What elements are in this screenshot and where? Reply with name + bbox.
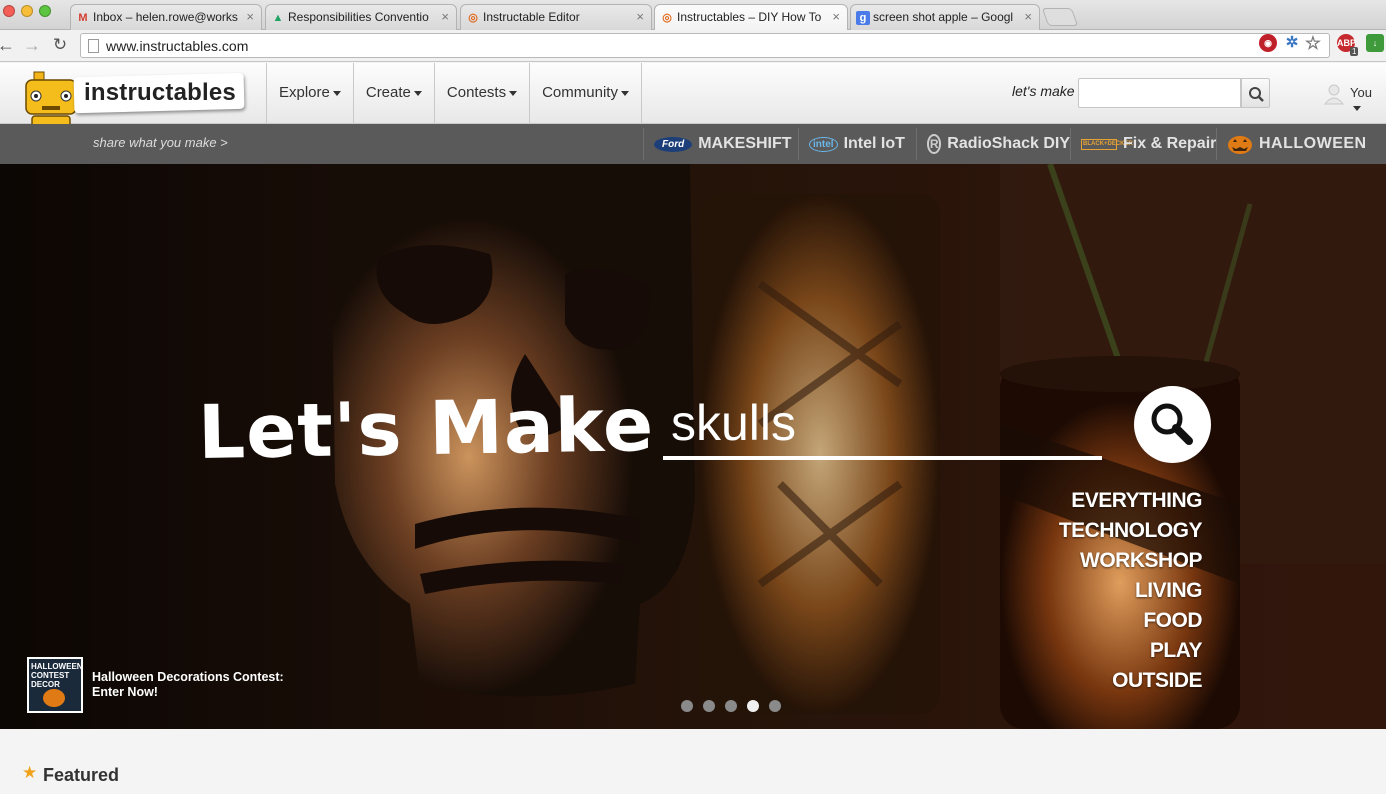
adblock-count-badge: 1 xyxy=(1350,47,1359,56)
download-extension-icon[interactable]: ↓ xyxy=(1366,34,1384,52)
url-text: www.instructables.com xyxy=(106,38,249,54)
gmail-icon: M xyxy=(78,12,88,24)
pumpkin-icon xyxy=(43,689,65,707)
header-search-input[interactable] xyxy=(1078,78,1241,108)
category-link-outside[interactable]: OUTSIDE xyxy=(1059,666,1202,696)
black-decker-logo-icon: BLACK+DECKER xyxy=(1081,138,1133,150)
tagline-link[interactable]: share what you make > xyxy=(93,135,228,150)
ford-logo-icon: Ford xyxy=(654,136,693,152)
hero-search-button[interactable] xyxy=(1134,386,1211,463)
forward-arrow-icon[interactable]: → xyxy=(22,35,42,55)
zoom-window-button[interactable] xyxy=(39,5,51,17)
channel-intel-iot[interactable]: intel Intel IoT xyxy=(798,128,916,160)
browser-tab-instructables[interactable]: ◎ Instructables – DIY How To × xyxy=(654,4,848,30)
caret-down-icon xyxy=(620,90,629,96)
channel-halloween[interactable]: HALLOWEEN xyxy=(1216,128,1386,160)
intel-logo-icon: intel xyxy=(809,136,838,152)
hero-search-input[interactable] xyxy=(663,390,1102,460)
caret-down-icon xyxy=(332,90,341,96)
caret-down-icon xyxy=(413,90,422,96)
contest-promo-link[interactable]: Halloween Decorations Contest: Enter Now… xyxy=(92,670,284,700)
browser-tab-drive[interactable]: ▲ Responsibilities Conventio × xyxy=(265,4,457,30)
browser-toolbar: ← → ↻ www.instructables.com ◉ ✲ ☆ ABP 1 … xyxy=(0,30,1386,62)
main-nav: Explore Create Contests Community xyxy=(266,63,642,124)
user-menu[interactable]: You xyxy=(1350,85,1386,115)
caret-down-icon xyxy=(1353,106,1361,112)
carousel-dot-4[interactable] xyxy=(747,700,759,712)
reload-icon[interactable]: ↻ xyxy=(50,35,70,55)
close-tab-icon[interactable]: × xyxy=(832,9,840,24)
star-icon: ★ xyxy=(22,763,38,782)
drive-icon: ▲ xyxy=(272,12,284,24)
nav-explore[interactable]: Explore xyxy=(266,63,353,124)
google-icon: g xyxy=(856,11,870,25)
address-bar[interactable]: www.instructables.com xyxy=(80,33,1330,58)
browser-tab-google[interactable]: g screen shot apple – Googl × xyxy=(850,4,1040,30)
search-icon xyxy=(1249,87,1264,102)
contest-thumbnail[interactable]: HALLOWEEN CONTEST DECOR xyxy=(27,657,83,713)
instructables-icon: ◎ xyxy=(468,12,478,24)
site-logo-text[interactable]: instructables xyxy=(84,79,236,107)
nav-contests[interactable]: Contests xyxy=(433,63,529,124)
hero-category-list: EVERYTHING TECHNOLOGY WORKSHOP LIVING FO… xyxy=(1059,486,1203,696)
nav-create[interactable]: Create xyxy=(352,63,434,124)
close-window-button[interactable] xyxy=(3,5,15,17)
channel-fix-repair[interactable]: BLACK+DECKER Fix & Repair xyxy=(1070,128,1216,160)
back-arrow-icon[interactable]: ← xyxy=(0,35,16,55)
browser-tab-strip: M Inbox – helen.rowe@works × ▲ Responsib… xyxy=(0,0,1386,30)
header-search-label: let's make xyxy=(1012,83,1075,99)
channel-radioshack[interactable]: R RadioShack DIY xyxy=(916,128,1070,160)
channel-bar: share what you make > Ford MAKESHIFT int… xyxy=(0,124,1386,164)
nav-community[interactable]: Community xyxy=(529,63,642,124)
close-tab-icon[interactable]: × xyxy=(246,9,254,24)
caret-down-icon xyxy=(509,90,518,96)
instructables-icon: ◎ xyxy=(662,12,672,24)
category-link-everything[interactable]: EVERYTHING xyxy=(1059,486,1202,516)
category-link-workshop[interactable]: WORKSHOP xyxy=(1059,546,1203,576)
hero-banner: Let's Make EVERYTHING TECHNOLOGY WORKSHO… xyxy=(0,164,1386,729)
category-link-food[interactable]: FOOD xyxy=(1059,606,1202,636)
radioshack-logo-icon: R xyxy=(927,134,942,154)
carousel-dots xyxy=(681,700,781,712)
new-tab-button[interactable] xyxy=(1041,8,1079,26)
bookmark-star-icon[interactable]: ☆ xyxy=(1304,34,1322,52)
site-header: instructables Explore Create Contests Co… xyxy=(0,63,1386,152)
channel-makeshift[interactable]: Ford MAKESHIFT xyxy=(643,128,796,160)
jack-o-lantern-icon xyxy=(1228,136,1252,154)
search-icon xyxy=(1151,403,1193,445)
extension-icon[interactable]: ◉ xyxy=(1259,34,1277,52)
browser-tab-gmail[interactable]: M Inbox – helen.rowe@works × xyxy=(70,4,262,30)
user-avatar-icon[interactable] xyxy=(1324,83,1344,105)
category-link-technology[interactable]: TECHNOLOGY xyxy=(1059,516,1203,546)
minimize-window-button[interactable] xyxy=(21,5,33,17)
header-search-button[interactable] xyxy=(1241,78,1270,108)
page-icon xyxy=(88,39,99,53)
carousel-dot-5[interactable] xyxy=(769,700,781,712)
featured-heading: Featured xyxy=(43,765,120,785)
close-tab-icon[interactable]: × xyxy=(441,9,449,24)
category-link-living[interactable]: LIVING xyxy=(1059,576,1203,606)
category-link-play[interactable]: PLAY xyxy=(1059,636,1203,666)
network-extension-icon[interactable]: ✲ xyxy=(1283,34,1301,52)
carousel-dot-2[interactable] xyxy=(703,700,715,712)
carousel-dot-3[interactable] xyxy=(725,700,737,712)
carousel-dot-1[interactable] xyxy=(681,700,693,712)
close-tab-icon[interactable]: × xyxy=(636,9,644,24)
featured-section: ★ Featured xyxy=(0,729,1386,794)
browser-tab-editor[interactable]: ◎ Instructable Editor × xyxy=(460,4,652,30)
close-tab-icon[interactable]: × xyxy=(1024,9,1032,24)
hero-heading: Let's Make xyxy=(197,382,655,476)
